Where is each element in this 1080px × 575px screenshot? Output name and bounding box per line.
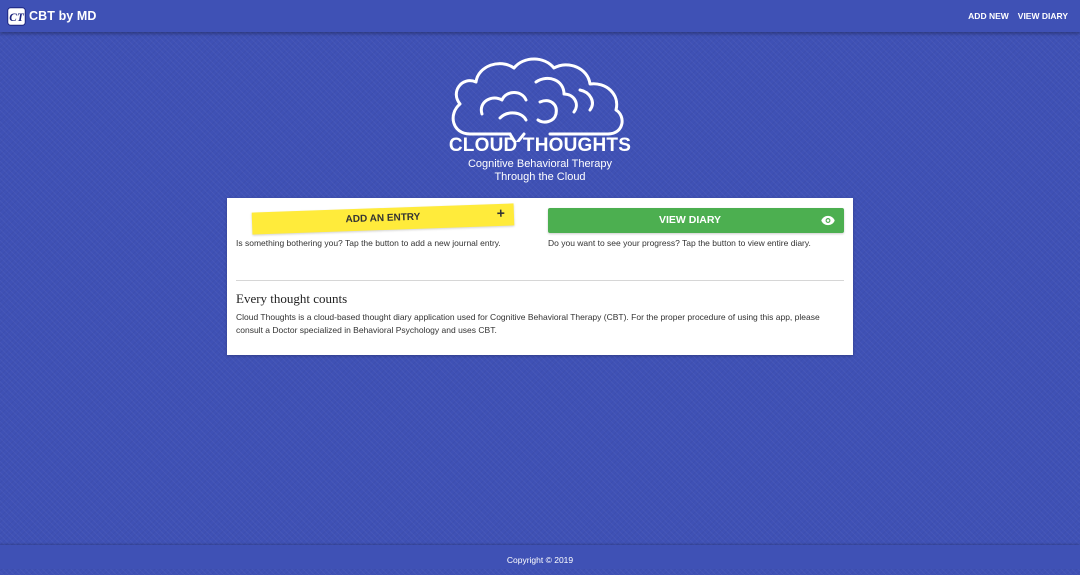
nav-add-new-link[interactable]: ADD NEW xyxy=(968,11,1009,21)
logo-title: CLOUD THOUGHTS xyxy=(448,135,632,156)
cloud-brain-icon xyxy=(451,57,624,142)
brand-name: CBT by MD xyxy=(29,9,97,23)
main-card: ADD AN ENTRY + VIEW DIARY Is something b… xyxy=(227,198,853,355)
section-title: Every thought counts xyxy=(236,291,348,306)
brand-logo-icon: CT xyxy=(7,6,26,26)
section-body-text: Cloud Thoughts is a cloud-based thought … xyxy=(236,312,820,335)
view-diary-button-label: VIEW DIARY xyxy=(658,214,722,226)
eye-icon xyxy=(821,215,835,226)
brand-home-link[interactable]: CT CBT by MD xyxy=(7,6,97,26)
footer: Copyright © 2019 xyxy=(0,545,1080,569)
add-entry-button-label: ADD AN ENTRY xyxy=(345,211,421,226)
nav-links: ADD NEW VIEW DIARY xyxy=(959,0,1068,32)
add-entry-description: Is something bothering you? Tap the butt… xyxy=(236,238,501,248)
divider xyxy=(236,280,844,281)
add-entry-button[interactable]: ADD AN ENTRY + xyxy=(251,203,515,235)
svg-text:CT: CT xyxy=(9,11,25,23)
logo-subtitle-line-1: Cognitive Behavioral Therapy xyxy=(467,158,613,170)
top-navbar: CT CBT by MD ADD NEW VIEW DIARY xyxy=(0,0,1080,32)
plus-icon: + xyxy=(496,204,506,222)
logo-subtitle-line-2: Through the Cloud xyxy=(494,171,586,183)
view-diary-description: Do you want to see your progress? Tap th… xyxy=(548,238,811,248)
view-diary-button[interactable]: VIEW DIARY xyxy=(548,208,844,233)
cloud-thoughts-logo: CLOUD THOUGHTS Cognitive Behavioral Ther… xyxy=(440,54,640,189)
nav-view-diary-link[interactable]: VIEW DIARY xyxy=(1018,11,1068,21)
